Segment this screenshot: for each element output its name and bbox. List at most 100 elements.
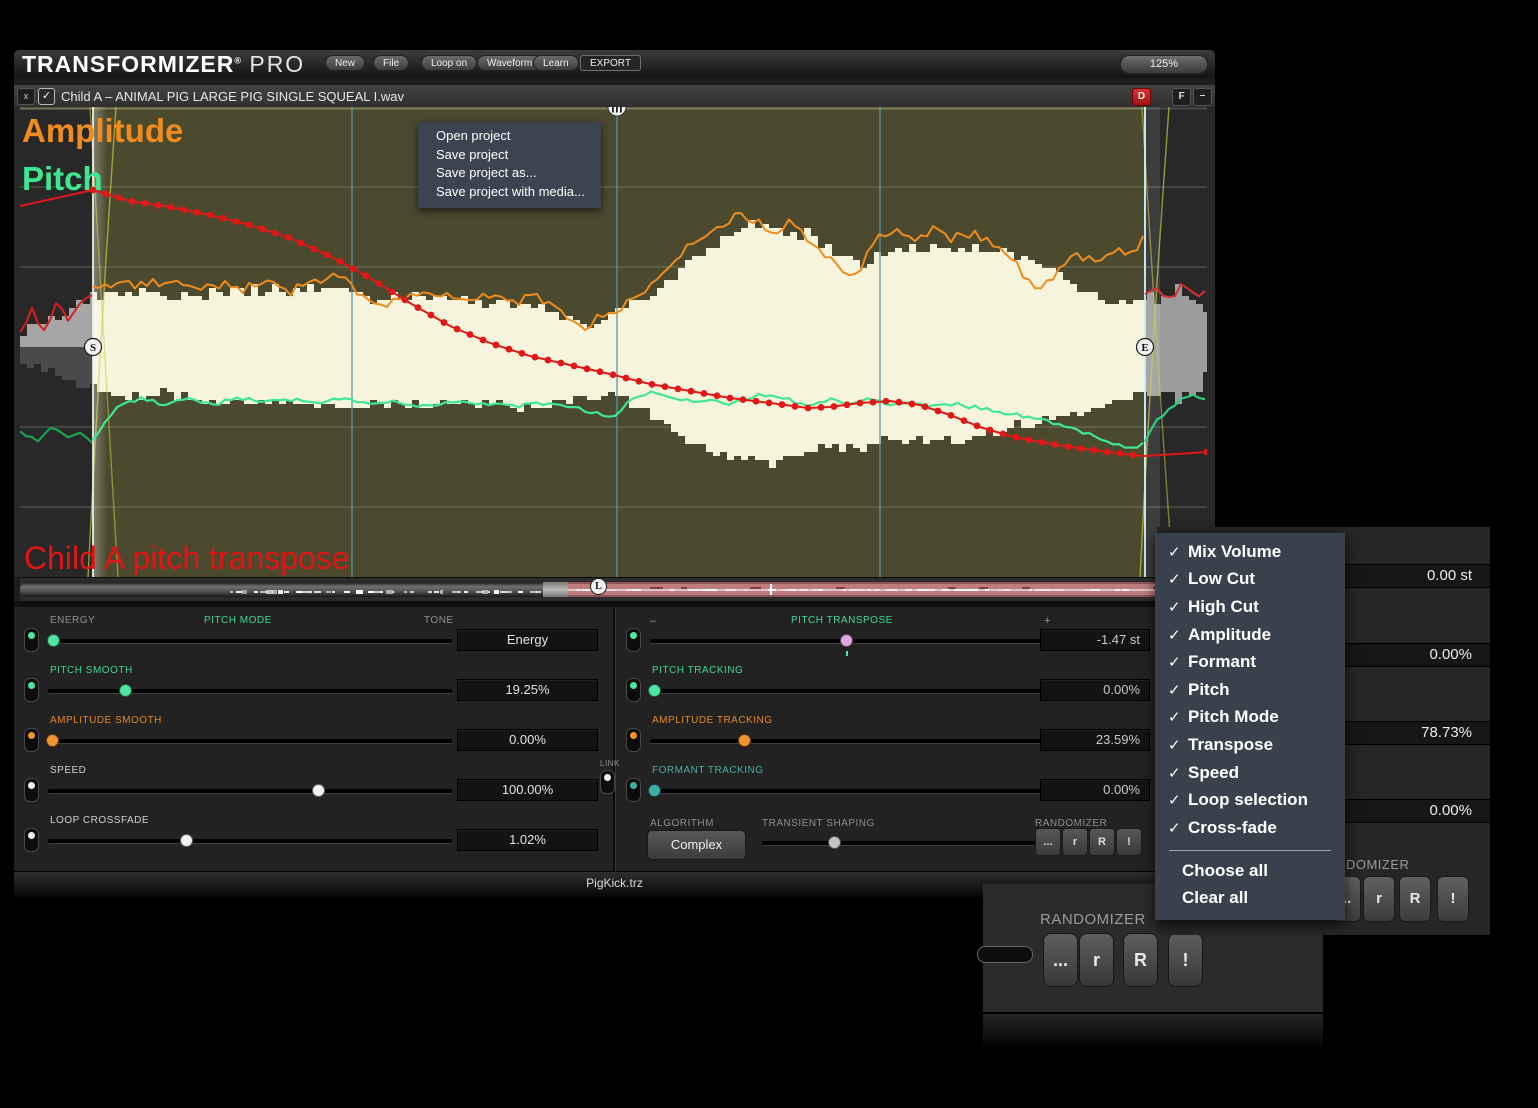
menu-item-clear-all[interactable]: Clear all bbox=[1155, 884, 1345, 912]
transpose-point[interactable] bbox=[272, 230, 279, 237]
close-track-button[interactable]: x bbox=[17, 88, 35, 105]
algorithm-select[interactable]: Complex bbox=[647, 830, 746, 860]
menu-item-open-project[interactable]: Open project bbox=[418, 127, 601, 146]
transpose-point[interactable] bbox=[545, 357, 552, 364]
transpose-point[interactable] bbox=[714, 392, 721, 399]
transpose-point[interactable] bbox=[181, 206, 188, 213]
loop-crossfade-knob[interactable] bbox=[180, 834, 193, 847]
pitch-transpose-toggle[interactable] bbox=[626, 628, 641, 652]
transpose-point[interactable] bbox=[1078, 445, 1085, 452]
randomizer-small-button[interactable]: r bbox=[1079, 933, 1114, 987]
transpose-point[interactable] bbox=[701, 390, 708, 397]
transpose-point[interactable] bbox=[779, 401, 786, 408]
transpose-point[interactable] bbox=[974, 422, 981, 429]
menu-item-save-project-with-media[interactable]: Save project with media... bbox=[418, 183, 601, 202]
pitch-transpose-slider[interactable] bbox=[650, 639, 1052, 644]
overview-bar[interactable] bbox=[20, 582, 568, 597]
transpose-point[interactable] bbox=[688, 388, 695, 395]
transpose-point[interactable] bbox=[402, 296, 409, 303]
menu-item-amplitude[interactable]: ✓Amplitude bbox=[1155, 621, 1345, 649]
amplitude-smooth-slider[interactable] bbox=[48, 739, 452, 744]
waveform-canvas[interactable]: SE bbox=[20, 107, 1207, 577]
transpose-point[interactable] bbox=[1065, 443, 1072, 450]
learn-button[interactable]: Learn bbox=[533, 55, 579, 71]
track-enable-checkbox[interactable]: ✓ bbox=[38, 88, 55, 105]
transpose-point[interactable] bbox=[220, 215, 227, 222]
formant-tracking-value[interactable]: 0.00% bbox=[1040, 779, 1150, 801]
loop-marker[interactable]: L bbox=[590, 578, 607, 595]
randomizer-small-button[interactable]: r bbox=[1062, 828, 1088, 856]
transient-shaping-slider[interactable] bbox=[762, 841, 1052, 846]
transpose-point[interactable] bbox=[441, 319, 448, 326]
menu-item-speed[interactable]: ✓Speed bbox=[1155, 759, 1345, 787]
menu-item-pitch[interactable]: ✓Pitch bbox=[1155, 676, 1345, 704]
transpose-point[interactable] bbox=[311, 245, 318, 252]
menu-item-transpose[interactable]: ✓Transpose bbox=[1155, 731, 1345, 759]
transpose-point[interactable] bbox=[597, 368, 604, 375]
transpose-point[interactable] bbox=[961, 417, 968, 424]
randomizer-apply-button[interactable]: ! bbox=[1168, 933, 1203, 987]
speed-value[interactable]: 100.00% bbox=[457, 779, 598, 801]
pitch-transpose-value[interactable]: -1.47 st bbox=[1040, 629, 1150, 651]
transpose-point[interactable] bbox=[857, 400, 864, 407]
transpose-point[interactable] bbox=[792, 403, 799, 410]
transpose-point[interactable] bbox=[571, 363, 578, 370]
transpose-point[interactable] bbox=[532, 354, 539, 361]
selection-end-marker[interactable]: E bbox=[1137, 339, 1154, 356]
transpose-point[interactable] bbox=[350, 265, 357, 272]
slider-track-stub[interactable] bbox=[977, 946, 1033, 963]
transpose-point[interactable] bbox=[987, 427, 994, 434]
formant-tracking-toggle[interactable] bbox=[626, 778, 641, 802]
transpose-point[interactable] bbox=[1013, 434, 1020, 441]
selection-start-marker[interactable]: S bbox=[85, 339, 102, 356]
pitch-mode-toggle[interactable] bbox=[24, 628, 39, 652]
amplitude-smooth-value[interactable]: 0.00% bbox=[457, 729, 598, 751]
minimize-button[interactable]: – bbox=[1193, 88, 1212, 106]
speed-knob[interactable] bbox=[312, 784, 325, 797]
transpose-point[interactable] bbox=[142, 200, 149, 207]
pitch-smooth-value[interactable]: 19.25% bbox=[457, 679, 598, 701]
transpose-point[interactable] bbox=[948, 412, 955, 419]
amplitude-tracking-value[interactable]: 23.59% bbox=[1040, 729, 1150, 751]
randomizer-options-button[interactable]: ... bbox=[1035, 828, 1061, 856]
loop-crossfade-slider[interactable] bbox=[48, 839, 452, 844]
waveform-editor[interactable]: SE Amplitude Pitch Child A pitch transpo… bbox=[14, 107, 1215, 577]
transpose-point[interactable] bbox=[727, 395, 734, 402]
formant-tracking-slider[interactable] bbox=[650, 789, 1052, 794]
transpose-point[interactable] bbox=[805, 405, 812, 412]
menu-item-choose-all[interactable]: Choose all bbox=[1155, 857, 1345, 885]
loop-crossfade-toggle[interactable] bbox=[24, 828, 39, 852]
speed-toggle[interactable] bbox=[24, 778, 39, 802]
loop-region-bar[interactable] bbox=[568, 582, 1207, 597]
amplitude-smooth-knob[interactable] bbox=[46, 734, 59, 747]
transpose-point[interactable] bbox=[519, 350, 526, 357]
transpose-point[interactable] bbox=[233, 218, 240, 225]
amplitude-tracking-slider[interactable] bbox=[650, 739, 1052, 744]
menu-item-high-cut[interactable]: ✓High Cut bbox=[1155, 593, 1345, 621]
transpose-point[interactable] bbox=[623, 375, 630, 382]
transpose-point[interactable] bbox=[246, 221, 253, 228]
pitch-mode-slider[interactable] bbox=[48, 639, 452, 644]
pitch-smooth-slider[interactable] bbox=[48, 689, 452, 694]
transpose-point[interactable] bbox=[740, 396, 747, 403]
menu-item-loop-selection[interactable]: ✓Loop selection bbox=[1155, 786, 1345, 814]
overview-scrollbar[interactable]: L bbox=[20, 577, 1207, 601]
transpose-point[interactable] bbox=[909, 401, 916, 408]
link-toggle[interactable] bbox=[600, 770, 615, 794]
formant-tracking-knob[interactable] bbox=[648, 784, 661, 797]
transpose-point[interactable] bbox=[922, 403, 929, 410]
transpose-point[interactable] bbox=[831, 403, 838, 410]
menu-item-mix-volume[interactable]: ✓Mix Volume bbox=[1155, 538, 1345, 566]
randomizer-apply-button[interactable]: ! bbox=[1116, 828, 1142, 856]
transpose-point[interactable] bbox=[194, 209, 201, 216]
menu-item-pitch-mode[interactable]: ✓Pitch Mode bbox=[1155, 704, 1345, 732]
transpose-point[interactable] bbox=[207, 212, 214, 219]
transpose-point[interactable] bbox=[285, 234, 292, 241]
transpose-point[interactable] bbox=[103, 190, 110, 197]
menu-item-cross-fade[interactable]: ✓Cross-fade bbox=[1155, 814, 1345, 842]
loop-crossfade-value[interactable]: 1.02% bbox=[457, 829, 598, 851]
transpose-point[interactable] bbox=[298, 240, 305, 247]
transpose-point[interactable] bbox=[376, 280, 383, 287]
pitch-mode-value[interactable]: Energy bbox=[457, 629, 598, 651]
transpose-point[interactable] bbox=[935, 408, 942, 415]
